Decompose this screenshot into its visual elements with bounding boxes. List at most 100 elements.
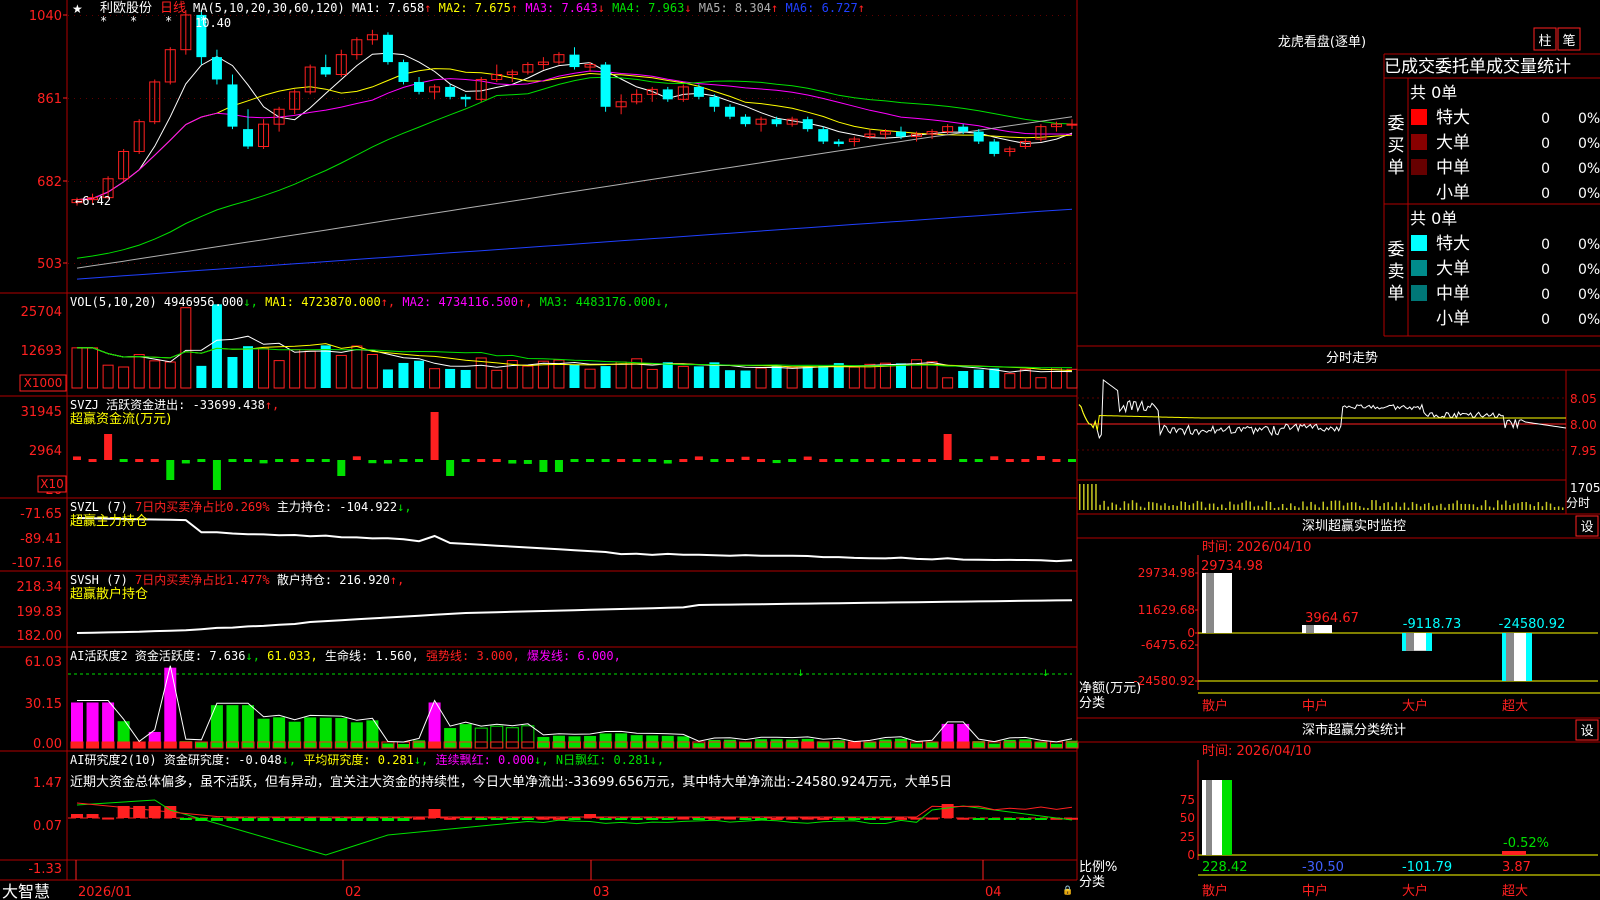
grid-dot (866, 181, 867, 182)
grid-dot (956, 263, 957, 264)
grid-dot (116, 181, 117, 182)
activity-base (474, 741, 488, 749)
grid-dot (902, 15, 903, 16)
grid-dot (356, 181, 357, 182)
intraday-volume-bar (1399, 506, 1402, 510)
grid-dot (518, 98, 519, 99)
buy-row-pct: 0% (1578, 186, 1600, 202)
grid-dot (254, 263, 255, 264)
grid-dot (704, 263, 705, 264)
grid-dot (560, 15, 561, 16)
research-bar (288, 818, 301, 821)
volume-bar-up (864, 363, 876, 389)
buy-row-count: 0 (1541, 161, 1550, 177)
grid-dot (1016, 98, 1017, 99)
grid-dot (548, 181, 549, 182)
classify-settings-label: 设 (1580, 724, 1593, 739)
intraday-volume-bar (1156, 503, 1158, 510)
grid-dot (842, 181, 843, 182)
research-bar (723, 817, 736, 820)
grid-dot (944, 15, 945, 16)
grid-dot (494, 181, 495, 182)
grid-dot (524, 15, 525, 16)
activity-bar (926, 742, 939, 748)
grid-dot (494, 15, 495, 16)
grid-dot (590, 263, 591, 264)
grid-dot (158, 98, 159, 99)
classify-tick: 25 (1180, 830, 1195, 844)
flow-bar (1021, 459, 1030, 462)
flow-bar (539, 460, 548, 472)
intraday-tick: 8.05 (1570, 392, 1597, 406)
grid-dot (962, 98, 963, 99)
grid-dot (308, 98, 309, 99)
intraday-volume-bar (1423, 503, 1426, 510)
research-bar (335, 818, 348, 821)
grid-dot (302, 98, 303, 99)
grid-dot (926, 15, 927, 16)
flow-bar (1068, 459, 1076, 462)
activity-base (505, 741, 519, 749)
grid-dot (1046, 181, 1047, 182)
candle-down (460, 96, 471, 100)
intraday-volume-bar (1334, 500, 1337, 510)
grid-dot (158, 263, 159, 264)
grid-dot (392, 98, 393, 99)
grid-dot (518, 263, 519, 264)
grid-dot (644, 263, 645, 264)
flow-bar (570, 459, 579, 462)
grid-dot (470, 263, 471, 264)
grid-dot (134, 181, 135, 182)
classify-value-label: -30.50 (1302, 860, 1344, 875)
intraday-volume-bar (1521, 501, 1523, 510)
grid-dot (590, 181, 591, 182)
monitor-category: 大户 (1402, 698, 1428, 714)
grid-dot (254, 181, 255, 182)
volume-bar-down (973, 369, 984, 388)
volume-bar-up (584, 368, 596, 389)
grid-dot (512, 181, 513, 182)
grid-dot (848, 98, 849, 99)
buy-color-swatch (1411, 109, 1427, 125)
ai1-tick: 61.03 (25, 655, 62, 670)
monitor-value-label: -24580.92 (1499, 617, 1566, 632)
research-bar (692, 818, 705, 820)
sell-row-name: 特大 (1436, 234, 1470, 254)
grid-dot (938, 181, 939, 182)
activity-base (163, 741, 177, 749)
volume-bar-down (243, 346, 254, 388)
grid-dot (584, 15, 585, 16)
ma-line-5 (76, 52, 1073, 201)
ma-line-10 (76, 68, 1073, 201)
grid-dot (308, 15, 309, 16)
grid-dot (668, 15, 669, 16)
grid-dot (938, 15, 939, 16)
candle-down (693, 86, 704, 97)
candle-down (724, 106, 735, 117)
intraday-volume-bar (1135, 502, 1138, 510)
volume-bar-up (646, 368, 658, 389)
activity-bar (708, 739, 721, 748)
grid-dot (230, 181, 231, 182)
grid-dot (278, 181, 279, 182)
research-bar (708, 817, 721, 820)
ma-arrow: ↑ (511, 1, 525, 15)
grid-dot (1034, 181, 1035, 182)
classify-bar (1502, 851, 1526, 855)
grid-dot (914, 98, 915, 99)
stock-analysis-screen[interactable]: 1040 861 682 503 ★ 利欧股份 日线 MA(5,10,20,30,60,120… (0, 0, 1600, 900)
flow-bar (150, 459, 159, 462)
sell-row-count: 0 (1541, 237, 1550, 253)
grid-dot (638, 263, 639, 264)
svzj-subtitle: 超赢资金流(万元) (70, 411, 171, 427)
grid-dot (1076, 98, 1077, 99)
grid-dot (488, 181, 489, 182)
grid-dot (734, 15, 735, 16)
grid-dot (650, 181, 651, 182)
grid-dot (878, 15, 879, 16)
grid-dot (530, 98, 531, 99)
volume-bar-up (786, 366, 798, 389)
volume-bar-up (1004, 373, 1016, 389)
activity-bar (71, 702, 83, 748)
grid-dot (962, 263, 963, 264)
